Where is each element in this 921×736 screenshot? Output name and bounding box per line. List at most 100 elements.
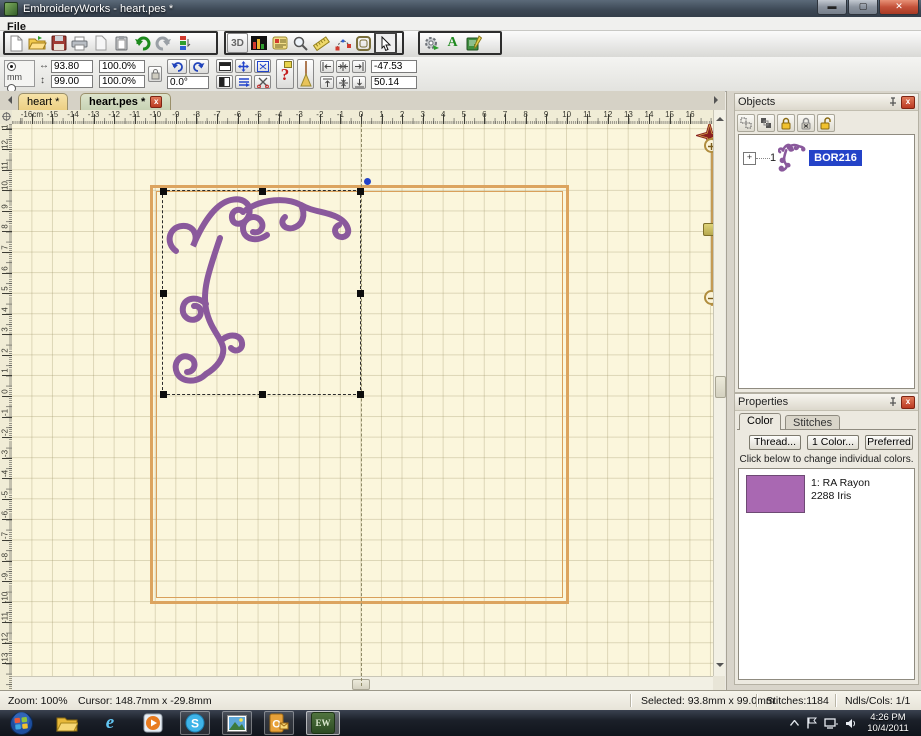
tab-color[interactable]: Color bbox=[739, 413, 781, 430]
tab-scroll-right-icon[interactable] bbox=[714, 96, 722, 104]
selection-rotate-handle[interactable] bbox=[364, 178, 371, 185]
autopunch-button[interactable] bbox=[421, 33, 442, 53]
taskbar-clock[interactable]: 4:26 PM 10/4/2011 bbox=[859, 712, 917, 734]
scroll-up-icon[interactable] bbox=[716, 113, 724, 121]
tab-scroll-left-icon[interactable] bbox=[4, 96, 12, 104]
redo-button[interactable] bbox=[153, 33, 174, 53]
view-3d-button[interactable]: 3D bbox=[227, 33, 248, 53]
object-tree-row[interactable]: + 1 BOR216 bbox=[743, 141, 862, 175]
align-left-button[interactable] bbox=[320, 60, 334, 73]
object-thumbnail[interactable] bbox=[778, 142, 806, 174]
selection-handle[interactable] bbox=[259, 188, 266, 195]
design-properties-button[interactable] bbox=[269, 33, 290, 53]
zoom-out-button[interactable] bbox=[704, 290, 713, 305]
group-objects-button[interactable] bbox=[757, 114, 775, 132]
trim-button[interactable] bbox=[254, 75, 271, 89]
help-button[interactable]: ? bbox=[276, 59, 294, 89]
vertical-scroll-thumb[interactable] bbox=[715, 376, 726, 398]
rotation-input[interactable] bbox=[167, 76, 209, 89]
undo-button[interactable] bbox=[132, 33, 153, 53]
zoom-tool-button[interactable] bbox=[290, 33, 311, 53]
thread-view-button[interactable] bbox=[235, 75, 252, 89]
unit-mm-radio[interactable]: mm bbox=[7, 62, 32, 82]
selection-handle[interactable] bbox=[357, 188, 364, 195]
objects-panel-close-button[interactable]: x bbox=[901, 96, 915, 109]
new-document-button[interactable] bbox=[6, 33, 27, 53]
zoom-slider-handle[interactable] bbox=[703, 223, 713, 236]
open-button[interactable] bbox=[27, 33, 48, 53]
taskbar-media-player[interactable] bbox=[138, 711, 168, 735]
realistic-view-button[interactable] bbox=[248, 33, 269, 53]
copy-page-button[interactable] bbox=[90, 33, 111, 53]
taskbar-embroideryworks[interactable]: EW bbox=[306, 711, 340, 735]
resequence-colors-button[interactable] bbox=[174, 33, 195, 53]
align-top-button[interactable] bbox=[320, 76, 334, 89]
thread-color-swatch[interactable] bbox=[746, 475, 805, 513]
close-button[interactable]: ✕ bbox=[879, 0, 919, 15]
design-canvas[interactable]: N bbox=[12, 124, 713, 686]
scroll-down-icon[interactable] bbox=[716, 663, 724, 671]
measure-tool-button[interactable] bbox=[311, 33, 332, 53]
preferred-button[interactable]: Preferred bbox=[865, 435, 913, 450]
properties-panel-close-button[interactable]: x bbox=[901, 396, 915, 409]
hoop-select-button[interactable] bbox=[353, 33, 374, 53]
taskbar-photo-viewer[interactable] bbox=[222, 711, 252, 735]
tab-heart-pes[interactable]: heart.pes * x bbox=[80, 93, 171, 110]
align-right-button[interactable] bbox=[352, 60, 366, 73]
height-scale-input[interactable] bbox=[99, 75, 145, 88]
height-input[interactable] bbox=[51, 75, 93, 88]
width-scale-input[interactable] bbox=[99, 60, 145, 73]
unlock-all-button[interactable] bbox=[817, 114, 835, 132]
action-center-flag-icon[interactable] bbox=[806, 717, 817, 729]
selection-handle[interactable] bbox=[160, 391, 167, 398]
start-button[interactable] bbox=[6, 711, 36, 735]
color-list[interactable]: 1: RA Rayon 2288 Iris bbox=[738, 468, 915, 680]
zoom-in-button[interactable] bbox=[704, 138, 713, 153]
selection-handle[interactable] bbox=[357, 391, 364, 398]
object-thumbnail-icon[interactable] bbox=[778, 142, 806, 174]
align-middle-v-button[interactable] bbox=[336, 76, 350, 89]
screen-view-button[interactable] bbox=[216, 59, 233, 73]
rotate-left-button[interactable] bbox=[167, 59, 187, 74]
objects-list[interactable]: + 1 BOR216 bbox=[738, 134, 915, 389]
one-color-button[interactable]: 1 Color... bbox=[807, 435, 859, 450]
fit-to-window-button[interactable] bbox=[254, 59, 271, 73]
selection-handle[interactable] bbox=[357, 290, 364, 297]
digitize-pad-button[interactable] bbox=[463, 33, 484, 53]
horizontal-scrollbar[interactable] bbox=[12, 676, 713, 690]
volume-icon[interactable] bbox=[845, 718, 857, 729]
pos-y-input[interactable] bbox=[371, 76, 417, 89]
align-center-h-button[interactable] bbox=[336, 60, 350, 73]
pan-button[interactable] bbox=[235, 59, 252, 73]
pin-icon[interactable] bbox=[888, 97, 898, 107]
select-tool-button[interactable] bbox=[374, 32, 397, 54]
object-label-selected[interactable]: BOR216 bbox=[809, 150, 862, 166]
pin-icon[interactable] bbox=[888, 397, 898, 407]
save-button[interactable] bbox=[48, 33, 69, 53]
cleanup-button[interactable] bbox=[297, 59, 314, 89]
rotate-right-button[interactable] bbox=[189, 59, 209, 74]
tab-stitches[interactable]: Stitches bbox=[785, 415, 840, 430]
unlock-disabled-button[interactable] bbox=[797, 114, 815, 132]
paste-button[interactable] bbox=[111, 33, 132, 53]
maximize-button[interactable]: ▢ bbox=[848, 0, 878, 15]
taskbar-skype[interactable]: S bbox=[180, 711, 210, 735]
tree-expand-button[interactable]: + bbox=[743, 152, 756, 165]
print-button[interactable] bbox=[69, 33, 90, 53]
thread-button[interactable]: Thread... bbox=[749, 435, 801, 450]
show-hidden-icons[interactable] bbox=[790, 720, 799, 726]
selection-handle[interactable] bbox=[259, 391, 266, 398]
stitch-edit-button[interactable] bbox=[332, 33, 353, 53]
pos-x-input[interactable] bbox=[371, 60, 417, 73]
selection-box[interactable] bbox=[162, 190, 361, 395]
break-apart-button[interactable] bbox=[737, 114, 755, 132]
taskbar-outlook[interactable]: O bbox=[264, 711, 294, 735]
lettering-button[interactable]: A bbox=[442, 33, 463, 53]
lock-object-button[interactable] bbox=[777, 114, 795, 132]
tab-heart[interactable]: heart * bbox=[18, 93, 68, 110]
taskbar-explorer[interactable] bbox=[52, 711, 82, 735]
width-input[interactable] bbox=[51, 60, 93, 73]
minimize-button[interactable]: ▬ bbox=[817, 0, 847, 15]
selection-handle[interactable] bbox=[160, 290, 167, 297]
taskbar-internet-explorer[interactable]: e bbox=[95, 711, 125, 735]
